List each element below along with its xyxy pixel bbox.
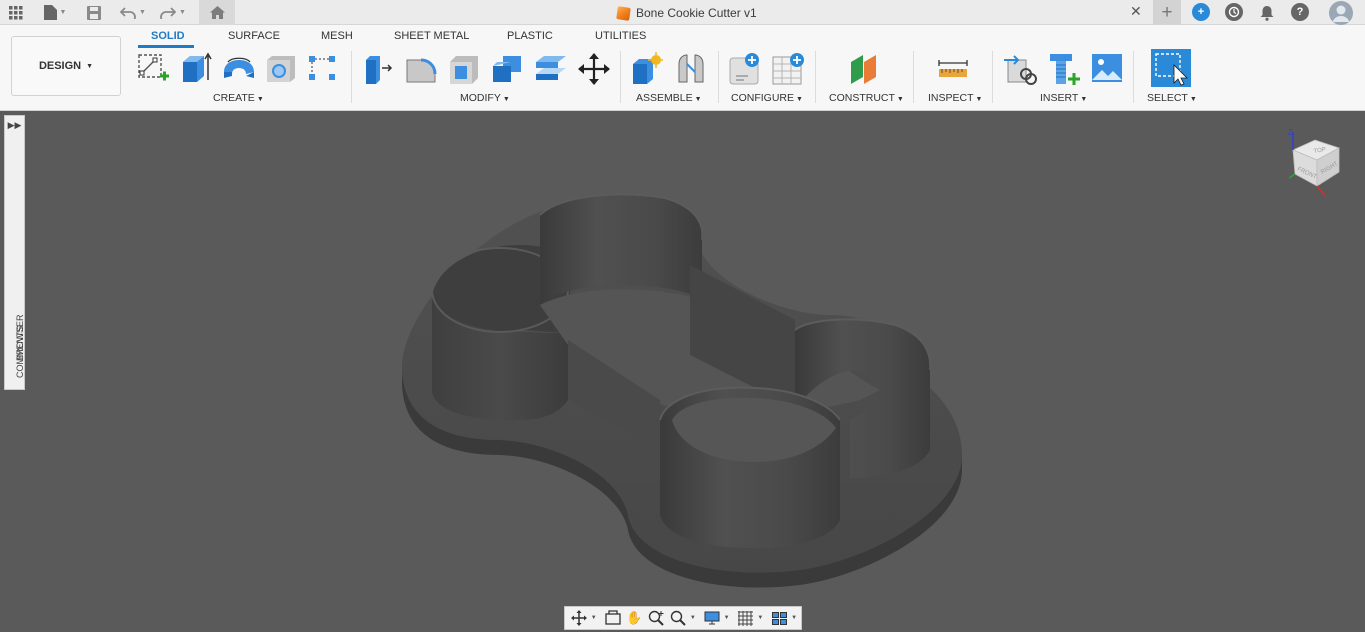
- viewports-icon[interactable]: [769, 609, 789, 627]
- document-tab[interactable]: Bone Cookie Cutter v1: [616, 4, 757, 22]
- file-icon[interactable]: ▼: [40, 0, 70, 25]
- chevron-down-icon: ▼: [86, 62, 94, 70]
- fit-icon[interactable]: [668, 609, 688, 627]
- 3d-viewport[interactable]: [0, 111, 1365, 632]
- new-tab-icon[interactable]: +: [1153, 0, 1181, 25]
- user-avatar[interactable]: [1327, 0, 1355, 25]
- select-menu[interactable]: SELECT ▼: [1147, 92, 1197, 104]
- view-cube-z-axis: Z: [1288, 128, 1293, 137]
- active-tab-indicator: [138, 45, 194, 48]
- insert-menu[interactable]: INSERT ▼: [1040, 92, 1087, 104]
- offset-plane-icon[interactable]: [848, 52, 880, 86]
- fillet-icon[interactable]: [405, 52, 437, 86]
- insert-mcmaster-icon[interactable]: [1048, 52, 1080, 86]
- tab-utilities[interactable]: UTILITIES: [595, 30, 646, 42]
- configuration-table-icon[interactable]: [772, 52, 804, 86]
- extensions-icon[interactable]: +: [1192, 3, 1210, 21]
- document-title: Bone Cookie Cutter v1: [636, 6, 757, 20]
- chevron-down-icon[interactable]: ▼: [757, 615, 763, 621]
- navigation-bar: ▼ ✋ ▼ ▼ ▼ ▼: [564, 606, 802, 630]
- assemble-menu[interactable]: ASSEMBLE ▼: [636, 92, 702, 104]
- create-menu[interactable]: CREATE ▼: [213, 92, 264, 104]
- workspace-label: DESIGN: [38, 60, 82, 72]
- undo-icon[interactable]: ▼: [117, 0, 149, 25]
- chevron-down-icon[interactable]: ▼: [690, 615, 696, 621]
- tab-solid[interactable]: SOLID: [151, 30, 185, 42]
- help-icon[interactable]: ?: [1291, 3, 1309, 21]
- title-bar: ▼ ▼ ▼ Bone Cookie Cutter v1 ✕ + + ?: [0, 0, 1365, 25]
- separator: [992, 51, 993, 103]
- separator: [620, 51, 621, 103]
- offset-face-icon[interactable]: [534, 52, 566, 86]
- comments-panel-toggle[interactable]: COMMENTS: [15, 326, 25, 379]
- home-icon[interactable]: [199, 0, 235, 25]
- ribbon-toolbar: DESIGN ▼ SOLID SURFACE MESH SHEET METAL …: [0, 25, 1365, 111]
- double-chevron-right-icon[interactable]: ▶▶: [5, 120, 24, 131]
- tab-sheet-metal[interactable]: SHEET METAL: [394, 30, 469, 42]
- redo-icon[interactable]: ▼: [157, 0, 189, 25]
- separator: [815, 51, 816, 103]
- pattern-icon[interactable]: [307, 52, 339, 86]
- configure-menu[interactable]: CONFIGURE ▼: [731, 92, 803, 104]
- display-settings-icon[interactable]: [702, 609, 722, 627]
- notifications-icon[interactable]: [1258, 0, 1276, 25]
- look-at-icon[interactable]: [603, 609, 623, 627]
- chevron-down-icon[interactable]: ▼: [791, 615, 797, 621]
- workspace-switcher-button[interactable]: DESIGN ▼: [11, 36, 121, 96]
- job-status-icon[interactable]: [1225, 3, 1243, 21]
- separator: [1133, 51, 1134, 103]
- bone-cookie-cutter-model[interactable]: [0, 111, 1365, 632]
- separator: [913, 51, 914, 103]
- separator: [718, 51, 719, 103]
- joint-icon[interactable]: [675, 52, 707, 86]
- measure-icon[interactable]: [937, 52, 969, 86]
- move-icon[interactable]: [577, 52, 610, 86]
- view-cube[interactable]: Z TOP FRONT RIGHT: [1285, 126, 1347, 204]
- side-panel: ▶▶ BROWSER COMMENTS: [4, 115, 25, 390]
- tab-mesh[interactable]: MESH: [321, 30, 353, 42]
- configure-icon[interactable]: [729, 52, 761, 86]
- chevron-down-icon[interactable]: ▼: [724, 615, 730, 621]
- create-sketch-icon[interactable]: [137, 52, 169, 86]
- extrude-icon[interactable]: [180, 52, 212, 86]
- tab-plastic[interactable]: PLASTIC: [507, 30, 553, 42]
- document-cube-icon: [616, 5, 631, 21]
- zoom-icon[interactable]: [646, 609, 666, 627]
- insert-derive-icon[interactable]: [1004, 52, 1037, 86]
- insert-canvas-icon[interactable]: [1091, 52, 1123, 86]
- modify-menu[interactable]: MODIFY ▼: [460, 92, 510, 104]
- combine-icon[interactable]: [491, 52, 523, 86]
- grid-snaps-icon[interactable]: [736, 609, 756, 627]
- chevron-down-icon[interactable]: ▼: [591, 615, 597, 621]
- construct-menu[interactable]: CONSTRUCT ▼: [829, 92, 904, 104]
- app-grid-icon[interactable]: [6, 0, 26, 25]
- pan-icon[interactable]: ✋: [625, 609, 645, 627]
- shell-icon[interactable]: [448, 52, 480, 86]
- save-icon[interactable]: [85, 0, 103, 25]
- inspect-menu[interactable]: INSPECT ▼: [928, 92, 982, 104]
- separator: [351, 51, 352, 103]
- tab-surface[interactable]: SURFACE: [228, 30, 280, 42]
- press-pull-icon[interactable]: [362, 52, 394, 86]
- select-icon[interactable]: [1151, 49, 1191, 87]
- orbit-icon[interactable]: [569, 609, 589, 627]
- hole-icon[interactable]: [265, 52, 297, 86]
- revolve-icon[interactable]: [222, 52, 254, 86]
- close-icon[interactable]: ✕: [1130, 3, 1142, 20]
- new-component-icon[interactable]: [631, 52, 664, 86]
